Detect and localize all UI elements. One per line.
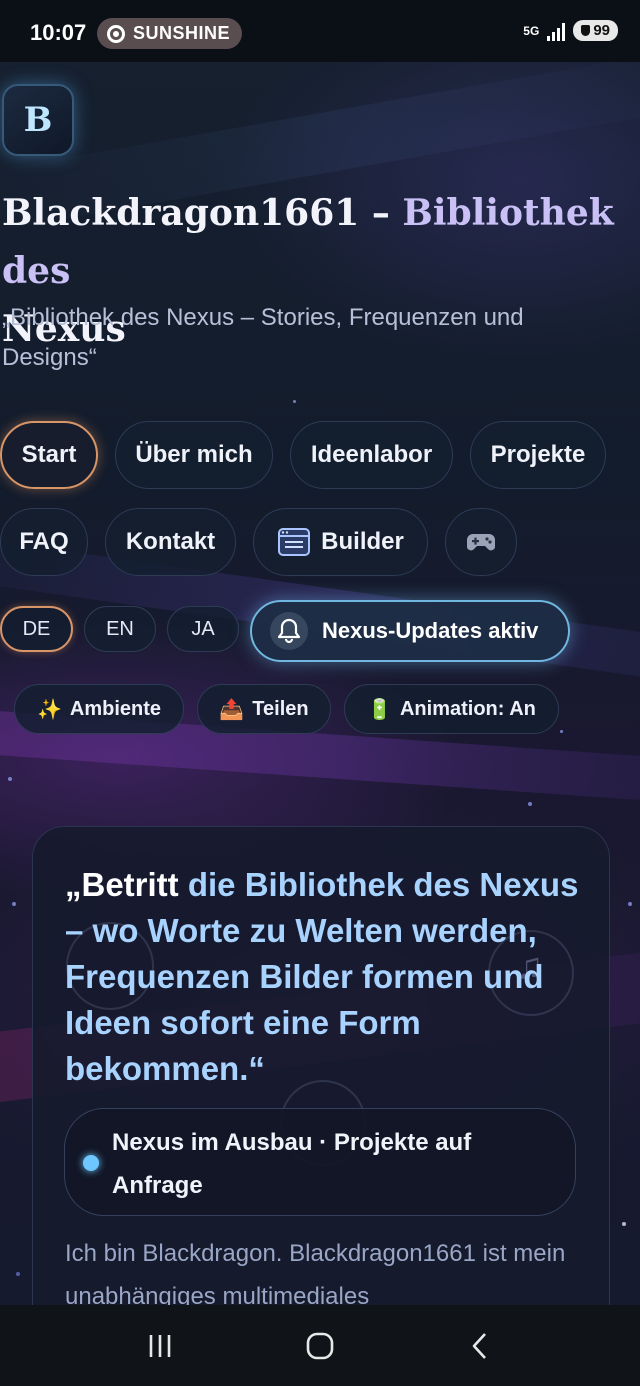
app-indicator-pill[interactable]: SUNSHINE (97, 18, 242, 49)
nav-contact-button[interactable]: Kontakt (105, 508, 236, 576)
nav-start-button[interactable]: Start (0, 421, 98, 489)
back-button[interactable] (450, 1321, 510, 1371)
gamepad-icon (466, 534, 496, 551)
nav-projects-button[interactable]: Projekte (470, 421, 606, 489)
shield-icon (581, 25, 591, 36)
battery-level: 99 (593, 22, 610, 39)
nav-builder-label: Builder (321, 528, 404, 555)
nav-game-button[interactable] (445, 508, 517, 576)
star-particle (293, 400, 296, 403)
recent-apps-button[interactable] (130, 1321, 190, 1371)
language-ja-label: JA (191, 617, 215, 640)
nexus-updates-label: Nexus-Updates aktiv (322, 618, 539, 643)
sparkles-icon: ✨ (36, 698, 62, 721)
signal-icon (547, 21, 566, 41)
animation-toggle[interactable]: 🔋 Animation: An (344, 684, 559, 734)
recent-apps-icon (149, 1334, 171, 1357)
star-particle (628, 902, 632, 906)
project-status-box: Nexus im Ausbau · Projekte auf Anfrage (64, 1108, 576, 1216)
page-subtitle: „Bibliothek des Nexus – Stories, Frequen… (2, 304, 524, 371)
nav-contact-label: Kontakt (125, 528, 216, 555)
star-particle (560, 730, 563, 733)
hero-quote: „Betritt die Bibliothek des Nexus – wo W… (65, 862, 585, 1092)
status-bar: 10:07 SUNSHINE 5G 99 (0, 0, 640, 62)
nav-faq-label: FAQ (19, 528, 69, 555)
star-particle (12, 902, 16, 906)
system-navigation-bar (0, 1305, 640, 1386)
star-particle (622, 1222, 626, 1226)
app-indicator-label: SUNSHINE (133, 23, 231, 43)
status-indicator-dot (83, 1155, 99, 1171)
nav-faq-button[interactable]: FAQ (0, 508, 88, 576)
language-de-label: DE (22, 617, 51, 640)
logo-letter: B (23, 100, 53, 140)
ambient-button[interactable]: ✨ Ambiente (14, 684, 184, 734)
bell-icon (270, 612, 308, 650)
nav-builder-button[interactable]: Builder (253, 508, 428, 576)
nexus-updates-toggle[interactable]: Nexus-Updates aktiv (250, 600, 570, 662)
builder-icon (278, 528, 311, 556)
share-label: Teilen (252, 697, 309, 720)
language-ja-button[interactable]: JA (167, 606, 239, 652)
home-icon (306, 1332, 334, 1359)
share-icon: 📤 (219, 698, 245, 721)
share-button[interactable]: 📤 Teilen (197, 684, 331, 734)
ambient-label: Ambiente (69, 697, 162, 720)
language-de-button[interactable]: DE (0, 606, 73, 652)
nav-start-label: Start (21, 441, 77, 468)
chrome-icon (107, 24, 125, 43)
back-icon (472, 1332, 486, 1359)
title-main: Blackdragon1661 – (2, 192, 403, 234)
language-en-button[interactable]: EN (84, 606, 156, 652)
nav-about-label: Über mich (135, 441, 253, 468)
network-type-icon: 5G (523, 23, 540, 38)
animation-label: Animation: An (399, 697, 536, 720)
star-particle (528, 802, 532, 806)
home-button[interactable] (290, 1321, 350, 1371)
nav-lab-button[interactable]: Ideenlabor (290, 421, 453, 489)
nav-about-button[interactable]: Über mich (115, 421, 273, 489)
nav-lab-label: Ideenlabor (310, 441, 433, 468)
nav-projects-label: Projekte (490, 441, 586, 468)
quote-opening: „Betritt (65, 866, 179, 903)
status-time: 10:07 (30, 20, 87, 45)
project-status-text: Nexus im Ausbau · Projekte auf Anfrage (112, 1129, 472, 1199)
battery-emoji-icon: 🔋 (367, 698, 392, 721)
star-particle (8, 777, 12, 781)
language-en-label: EN (106, 617, 134, 640)
site-logo[interactable]: B (2, 84, 74, 156)
star-particle (16, 1272, 20, 1276)
status-icons: 5G 99 (523, 20, 618, 41)
battery-icon: 99 (573, 20, 618, 41)
